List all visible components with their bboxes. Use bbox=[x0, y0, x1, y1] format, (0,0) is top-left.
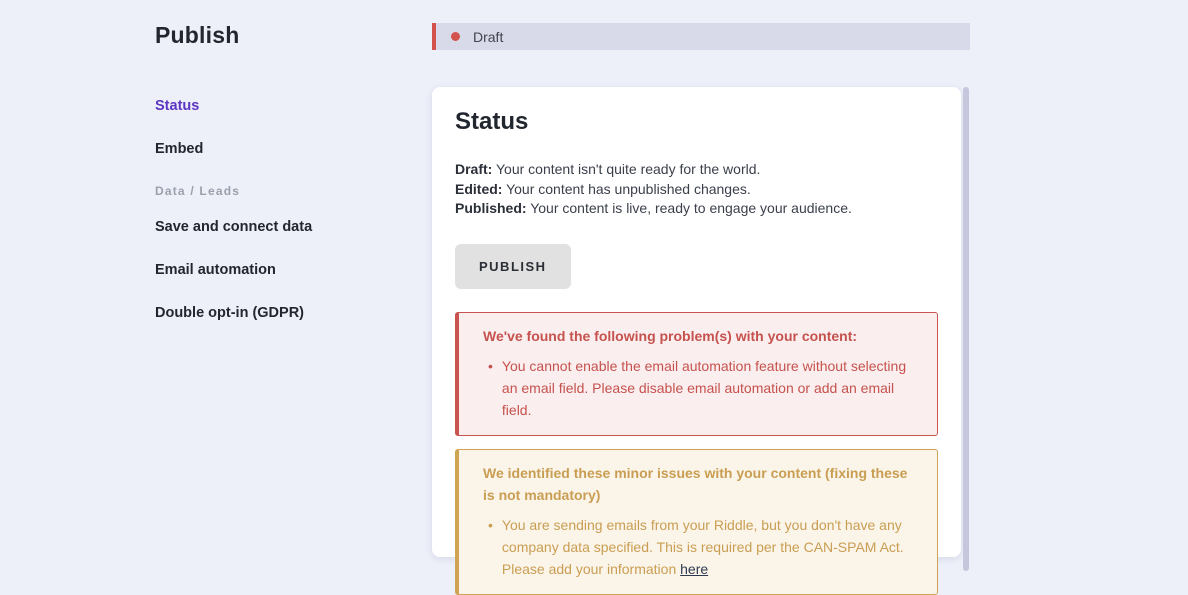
sidebar-item-embed[interactable]: Embed bbox=[155, 142, 415, 157]
sidebar-item-double-opt-in[interactable]: Double opt-in (GDPR) bbox=[155, 306, 415, 321]
sidebar-item-save-connect-data[interactable]: Save and connect data bbox=[155, 220, 415, 235]
published-label: Published: bbox=[455, 200, 527, 216]
vertical-scrollbar[interactable] bbox=[963, 87, 969, 571]
warning-alert-item-text: You are sending emails from your Riddle,… bbox=[501, 516, 904, 577]
sidebar-nav: Status Embed Data / Leads Save and conne… bbox=[155, 99, 415, 349]
add-information-here-link[interactable]: here bbox=[680, 561, 708, 577]
publish-button[interactable]: PUBLISH bbox=[455, 243, 571, 289]
sidebar-item-email-automation[interactable]: Email automation bbox=[155, 263, 415, 278]
status-description: Draft: Your content isn't quite ready fo… bbox=[455, 160, 938, 219]
error-alert-list: • You cannot enable the email automation… bbox=[483, 355, 921, 421]
sidebar: Publish bbox=[155, 22, 405, 49]
draft-status-dot-icon bbox=[451, 32, 460, 41]
publish-page: Publish Status Embed Data / Leads Save a… bbox=[0, 0, 1188, 595]
error-alert-title: We've found the following problem(s) wit… bbox=[483, 327, 858, 344]
draft-description-line: Draft: Your content isn't quite ready fo… bbox=[455, 161, 761, 177]
sidebar-section-data-leads: Data / Leads bbox=[155, 184, 241, 198]
draft-status-label: Draft bbox=[473, 28, 504, 45]
edited-description-line: Edited: Your content has unpublished cha… bbox=[455, 180, 751, 197]
status-card: Status Draft: Your content isn't quite r… bbox=[432, 87, 961, 595]
edited-label: Edited: bbox=[455, 180, 503, 197]
warning-alert-title: We identified these minor issues with yo… bbox=[483, 464, 908, 503]
error-alert: We've found the following problem(s) wit… bbox=[455, 311, 938, 436]
publish-status-bar: Draft bbox=[432, 23, 970, 50]
status-heading: Status bbox=[455, 108, 529, 135]
warning-alert-item: • You are sending emails from your Riddl… bbox=[483, 514, 921, 580]
sidebar-item-status[interactable]: Status bbox=[155, 99, 415, 114]
warning-alert-list: • You are sending emails from your Riddl… bbox=[483, 514, 921, 580]
draft-label: Draft: bbox=[455, 161, 493, 177]
published-description-line: Published: Your content is live, ready t… bbox=[455, 200, 852, 216]
bullet-icon: • bbox=[488, 357, 493, 374]
bullet-icon: • bbox=[488, 516, 493, 533]
error-alert-item-text: You cannot enable the email automation f… bbox=[501, 357, 907, 418]
warning-alert: We identified these minor issues with yo… bbox=[455, 448, 938, 595]
page-title: Publish bbox=[155, 22, 240, 48]
error-alert-item: • You cannot enable the email automation… bbox=[483, 355, 921, 421]
